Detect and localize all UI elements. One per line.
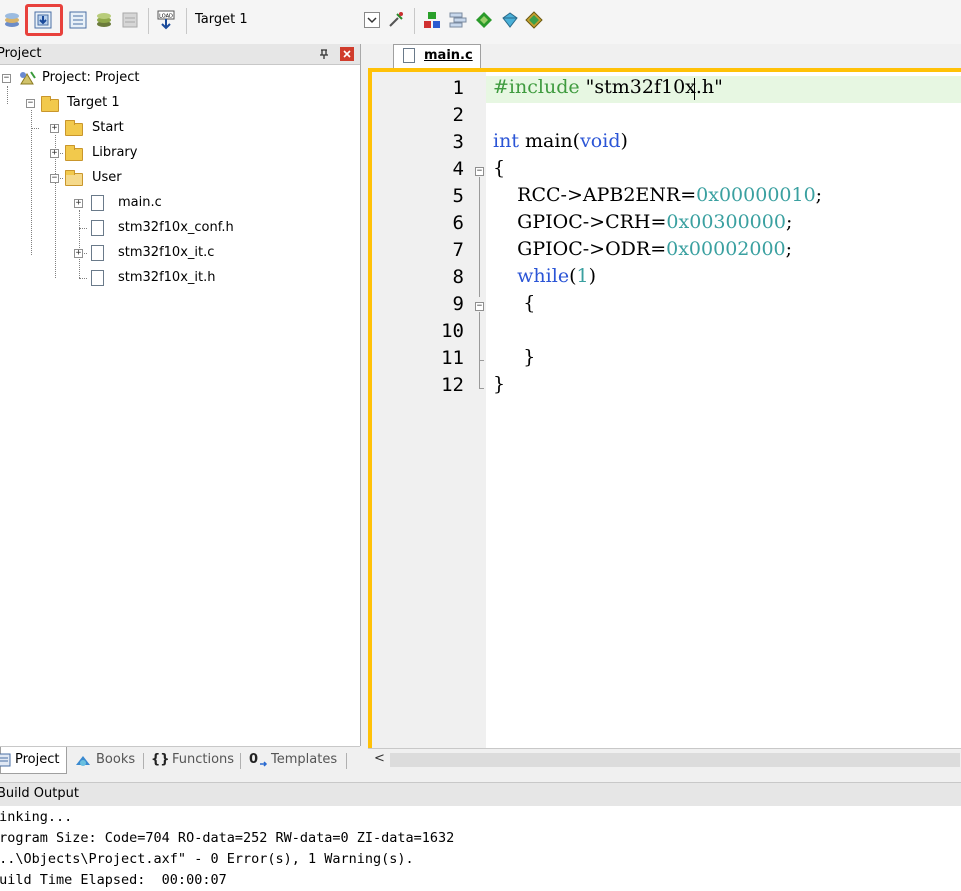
- project-icon: [20, 71, 36, 85]
- file-icon: [91, 270, 104, 286]
- run-time-env-icon[interactable]: [500, 10, 520, 30]
- tab-project[interactable]: Project: [0, 747, 67, 774]
- tree-root-label[interactable]: Project: Project: [42, 70, 139, 85]
- tab-functions[interactable]: Functions: [172, 752, 234, 767]
- file-icon: [403, 48, 415, 63]
- build-output-panel[interactable]: linking... Program Size: Code=704 RO-dat…: [0, 806, 961, 891]
- collapse-toggle[interactable]: −: [50, 174, 59, 183]
- line-number: 12: [441, 374, 464, 396]
- tree-group-start[interactable]: Start: [92, 120, 124, 135]
- code-line-1: #include "stm32f10x.h": [493, 76, 723, 98]
- code-line-6: GPIOC->CRH=0x00300000;: [493, 211, 793, 233]
- fold-toggle[interactable]: −: [475, 167, 484, 176]
- expand-toggle[interactable]: +: [74, 249, 83, 258]
- target-icon: [41, 96, 59, 112]
- project-panel-tabs: Project Books {} Functions 0 Templates: [0, 746, 360, 775]
- functions-icon: {}: [151, 752, 170, 767]
- build-output-title: Build Output: [0, 786, 79, 801]
- file-icon: [91, 195, 104, 211]
- manage-components-icon[interactable]: [422, 10, 442, 30]
- text-caret: [694, 78, 695, 100]
- build-output-header: Build Output: [0, 782, 961, 807]
- build-output-line: Program Size: Code=704 RO-data=252 RW-da…: [0, 830, 455, 846]
- line-number: 8: [452, 266, 464, 288]
- folder-open-icon: [65, 170, 83, 186]
- line-number: 2: [452, 104, 464, 126]
- fold-toggle[interactable]: −: [475, 302, 484, 311]
- code-line-12: }: [493, 373, 506, 395]
- editor-tab-bar: main.c: [361, 44, 961, 68]
- pack-installer-icon[interactable]: [474, 10, 494, 30]
- editor-frame: 1 2 3 4 5 6 7 8 9 10 11 12 − − #include …: [368, 68, 961, 748]
- target-options-icon[interactable]: [386, 10, 406, 30]
- editor-tab-label: main.c: [424, 48, 473, 63]
- tree-file-it-c[interactable]: stm32f10x_it.c: [118, 245, 214, 260]
- expand-toggle[interactable]: +: [50, 124, 59, 133]
- rebuild-icon[interactable]: [68, 10, 88, 30]
- collapse-toggle[interactable]: −: [2, 74, 11, 83]
- books-icon: [76, 756, 90, 766]
- build-output-line: "..\Objects\Project.axf" - 0 Error(s), 1…: [0, 851, 414, 867]
- line-number: 6: [452, 212, 464, 234]
- scroll-track[interactable]: [390, 753, 960, 767]
- component-icon[interactable]: [524, 10, 544, 30]
- project-tab-icon: [0, 753, 11, 767]
- expand-toggle[interactable]: +: [50, 149, 59, 158]
- line-number: 10: [441, 320, 464, 342]
- file-icon: [91, 220, 104, 236]
- code-line-11: }: [493, 346, 536, 368]
- tab-templates[interactable]: Templates: [271, 752, 337, 767]
- line-number: 7: [452, 239, 464, 261]
- folder-icon: [65, 120, 83, 136]
- code-line-5: RCC->APB2ENR=0x00000010;: [493, 184, 823, 206]
- tab-project-label: Project: [15, 752, 60, 767]
- code-editor[interactable]: 1 2 3 4 5 6 7 8 9 10 11 12 − − #include …: [372, 72, 961, 748]
- tree-file-main-c[interactable]: main.c: [118, 195, 162, 210]
- project-panel-title: Project: [0, 46, 42, 61]
- expand-toggle[interactable]: +: [74, 199, 83, 208]
- scroll-left-button[interactable]: <: [374, 751, 385, 766]
- toolbar: LOAD Target 1: [0, 0, 961, 45]
- tab-books[interactable]: Books: [96, 752, 135, 767]
- download-icon[interactable]: LOAD: [156, 10, 176, 30]
- file-icon: [91, 245, 104, 261]
- line-number: 9: [452, 293, 464, 315]
- line-number: 11: [441, 347, 464, 369]
- code-line-4: {: [493, 157, 506, 179]
- tree-target-label[interactable]: Target 1: [67, 95, 120, 110]
- target-select[interactable]: Target 1: [195, 12, 248, 27]
- collapse-toggle[interactable]: −: [26, 99, 35, 108]
- line-number: 3: [452, 131, 464, 153]
- arrow-icon: [260, 761, 268, 767]
- code-line-8: while(1): [517, 265, 597, 287]
- build-output-line: Build Time Elapsed: 00:00:07: [0, 872, 227, 888]
- code-line-3: int main(void): [493, 130, 628, 152]
- tree-file-it-h[interactable]: stm32f10x_it.h: [118, 270, 215, 285]
- code-line-7: GPIOC->ODR=0x00002000;: [493, 238, 793, 260]
- project-panel: Project − Project: Project − Target 1 + …: [0, 44, 361, 746]
- stop-build-icon[interactable]: [120, 10, 140, 30]
- select-packs-icon[interactable]: [448, 10, 468, 30]
- horizontal-scrollbar[interactable]: <: [368, 748, 961, 771]
- project-panel-header: Project: [0, 44, 360, 65]
- close-icon[interactable]: [340, 47, 354, 61]
- tree-group-user[interactable]: User: [92, 170, 122, 185]
- build-output-line: linking...: [0, 809, 73, 825]
- build-icon[interactable]: [33, 10, 53, 30]
- code-line-9: {: [493, 292, 536, 314]
- pin-icon[interactable]: [318, 48, 330, 60]
- svg-text:LOAD: LOAD: [159, 14, 173, 20]
- batch-build-icon[interactable]: [94, 10, 114, 30]
- chevron-down-icon[interactable]: [364, 12, 380, 28]
- line-number: 5: [452, 185, 464, 207]
- line-number: 1: [452, 77, 464, 99]
- templates-icon: 0: [249, 752, 259, 767]
- folder-icon: [65, 145, 83, 161]
- tree-file-conf-h[interactable]: stm32f10x_conf.h: [118, 220, 234, 235]
- translate-icon[interactable]: [2, 10, 22, 30]
- tree-group-library[interactable]: Library: [92, 145, 137, 160]
- line-number: 4: [452, 158, 464, 180]
- tab-main-c[interactable]: main.c: [393, 44, 481, 68]
